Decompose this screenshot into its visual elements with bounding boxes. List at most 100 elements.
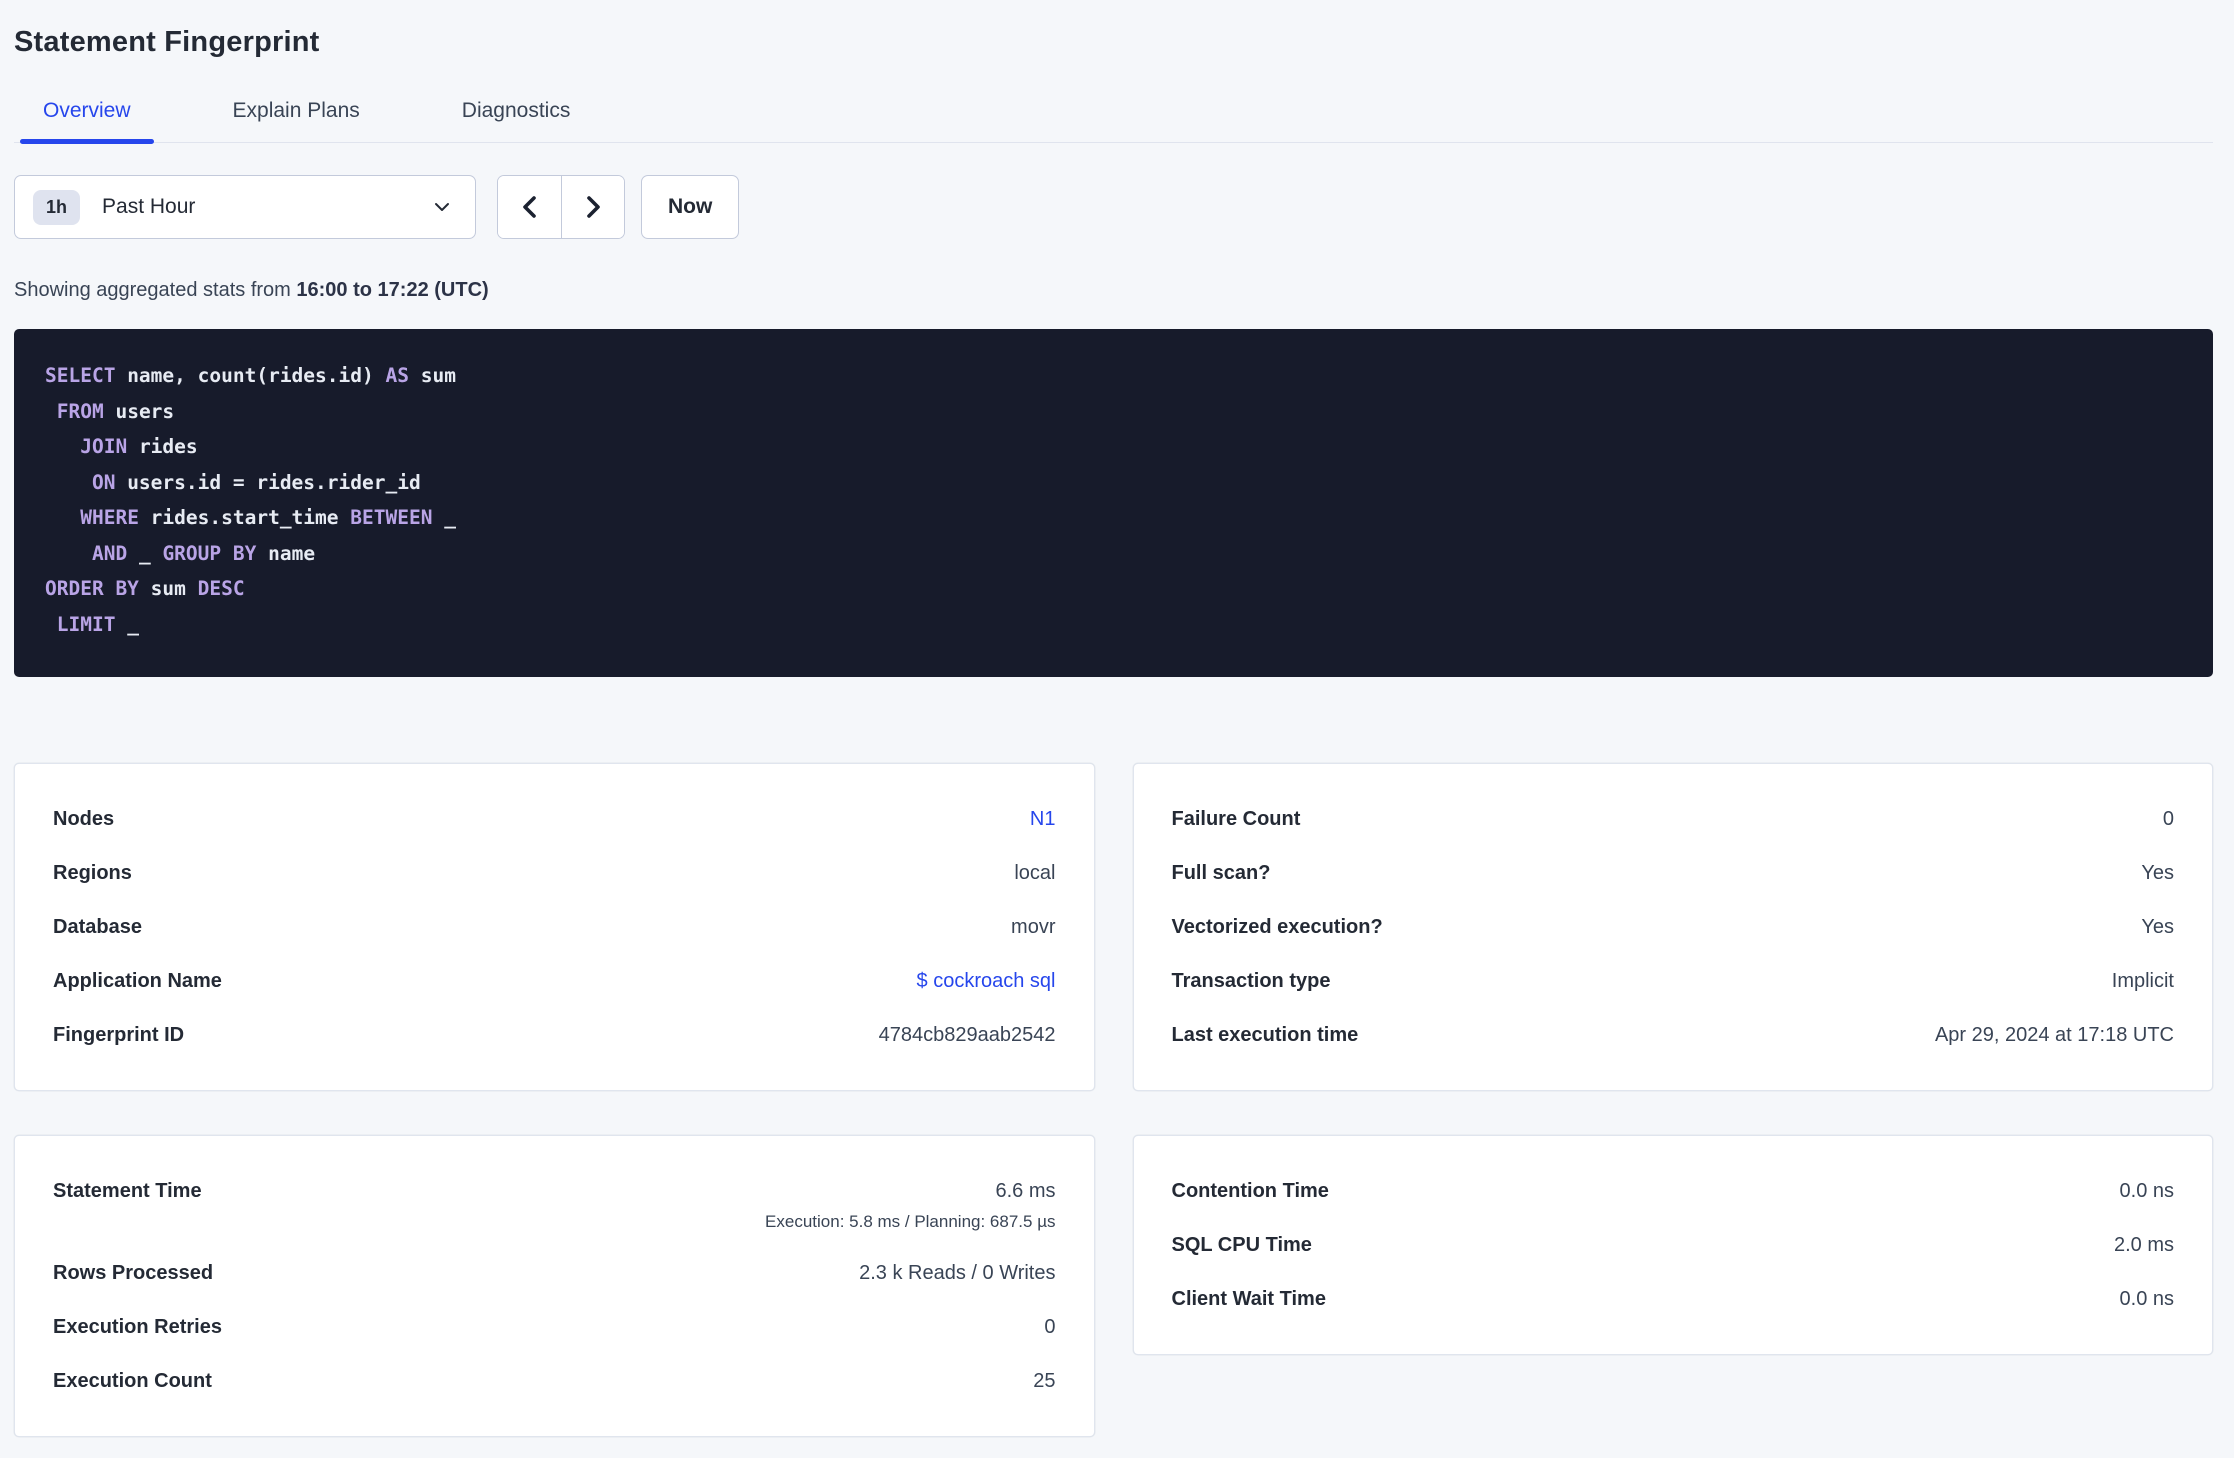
row-value-wrap: 25 — [1033, 1367, 1055, 1395]
row-value: 4784cb829aab2542 — [878, 1024, 1056, 1046]
time-range-label: Past Hour — [102, 195, 196, 218]
row-value-wrap: N1 — [1030, 805, 1056, 833]
row-sub-value: Execution: 5.8 ms / Planning: 687.5 µs — [765, 1212, 1056, 1231]
row-value-wrap: 2.3 k Reads / 0 Writes — [859, 1259, 1055, 1287]
summary-cards-row-1: Nodes N1 Regions local Database movr Applicati… — [14, 763, 2213, 1091]
row-value: 2.3 k Reads / 0 Writes — [859, 1262, 1056, 1284]
time-controls: 1h Past Hour Now — [14, 175, 2213, 239]
row-value-wrap: 0.0 ns — [2120, 1177, 2174, 1205]
row-value-wrap: 0.0 ns — [2120, 1285, 2174, 1313]
sql-keyword: JOIN — [80, 435, 128, 458]
sql-text: name, count(rides.id) — [115, 364, 386, 387]
card-row: Contention Time 0.0 ns — [1172, 1164, 2175, 1218]
sql-text: users.id = rides.rider_id — [115, 470, 421, 494]
row-value: 2.0 ms — [2113, 1234, 2174, 1256]
sql-line: AND _ GROUP BY name — [45, 536, 2183, 572]
time-range-badge: 1h — [33, 189, 81, 225]
row-label: Execution Retries — [53, 1316, 222, 1338]
card-row: Execution Retries 0 — [53, 1300, 1056, 1354]
card-row: Vectorized execution? Yes — [1172, 900, 2175, 954]
row-value-wrap: 6.6 ms Execution: 5.8 ms / Planning: 687.… — [765, 1177, 1055, 1233]
overview-card: Nodes N1 Regions local Database movr Applicati… — [14, 763, 1095, 1091]
sql-keyword: ORDER BY — [45, 577, 139, 600]
row-value: Yes — [2141, 862, 2174, 884]
tab-diagnostics[interactable]: Diagnostics — [439, 99, 594, 142]
time-shift-button-group — [497, 175, 625, 239]
sql-statement-box: SELECT name, count(rides.id) AS sum FROM… — [14, 329, 2213, 677]
sql-keyword: WHERE — [80, 506, 139, 529]
row-label: Transaction type — [1171, 970, 1331, 992]
sql-text: _ — [115, 612, 139, 636]
sql-keyword: ON — [91, 470, 116, 494]
row-value: 25 — [1033, 1370, 1056, 1392]
sql-keyword: BETWEEN — [350, 506, 433, 529]
row-label: Client Wait Time — [1171, 1288, 1326, 1310]
row-label: Database — [53, 916, 142, 938]
row-value-wrap: 0 — [1044, 1313, 1055, 1341]
row-value-wrap: Apr 29, 2024 at 17:18 UTC — [1935, 1021, 2174, 1049]
row-label: Full scan? — [1171, 862, 1271, 884]
next-time-range-button[interactable] — [561, 176, 624, 238]
sql-keyword: LIMIT — [56, 612, 116, 636]
row-value-wrap: 0 — [2163, 805, 2174, 833]
card-row: Execution Count 25 — [53, 1354, 1056, 1408]
sql-text: sum — [138, 577, 198, 600]
row-value-link[interactable]: N1 — [1030, 808, 1056, 830]
sql-line: JOIN rides — [45, 429, 2183, 465]
previous-time-range-button[interactable] — [498, 176, 561, 238]
tab-explain-plans[interactable]: Explain Plans — [210, 99, 383, 142]
chevron-down-icon — [431, 196, 453, 218]
page-title: Statement Fingerprint — [14, 26, 320, 58]
row-label: Rows Processed — [53, 1262, 214, 1284]
sql-keyword: DESC — [197, 577, 245, 600]
row-label: Fingerprint ID — [53, 1024, 185, 1046]
row-value: Implicit — [2111, 970, 2174, 992]
row-value-wrap: local — [1014, 859, 1055, 887]
card-row: Rows Processed 2.3 k Reads / 0 Writes — [53, 1246, 1056, 1300]
row-value-wrap: Yes — [2141, 859, 2174, 887]
row-label: Statement Time — [53, 1180, 202, 1202]
card-row: Full scan? Yes — [1172, 846, 2175, 900]
card-row: Fingerprint ID 4784cb829aab2542 — [53, 1008, 1056, 1062]
row-value-link[interactable]: $ cockroach sql — [917, 970, 1056, 992]
aggregated-stats-range: 16:00 to 17:22 (UTC) — [296, 279, 489, 301]
card-row: Nodes N1 — [53, 792, 1056, 846]
sql-text: _ — [127, 541, 163, 565]
row-value: local — [1014, 862, 1056, 884]
card-row: Application Name $ cockroach sql — [53, 954, 1056, 1008]
sql-keyword: AND — [91, 541, 128, 565]
row-label: Application Name — [53, 970, 222, 992]
sql-text: name — [256, 541, 316, 565]
sql-text: rides — [127, 435, 198, 458]
card-row: Transaction type Implicit — [1172, 954, 2175, 1008]
card-row: Database movr — [53, 900, 1056, 954]
now-button[interactable]: Now — [641, 175, 740, 239]
summary-cards-row-2: Statement Time 6.6 ms Execution: 5.8 ms / … — [14, 1135, 2213, 1437]
row-value: 0 — [1044, 1316, 1056, 1338]
sql-keyword: GROUP BY — [162, 541, 257, 565]
row-value: movr — [1011, 916, 1056, 938]
time-range-dropdown[interactable]: 1h Past Hour — [14, 175, 476, 239]
sql-text: sum — [408, 364, 456, 387]
row-label: Last execution time — [1171, 1024, 1359, 1046]
aggregated-stats-line: Showing aggregated stats from 16:00 to 1… — [14, 279, 2213, 302]
row-value-wrap: 2.0 ms — [2114, 1231, 2174, 1259]
sql-line: FROM users — [45, 394, 2183, 430]
row-value: 0.0 ns — [2119, 1288, 2174, 1310]
row-value-wrap: Implicit — [2112, 967, 2174, 995]
card-row: SQL CPU Time 2.0 ms — [1172, 1218, 2175, 1272]
sql-keyword: FROM — [56, 399, 104, 423]
row-label: Failure Count — [1171, 808, 1301, 830]
row-value: 0 — [2162, 808, 2174, 830]
row-value: 0.0 ns — [2119, 1180, 2174, 1202]
row-value-wrap: Yes — [2141, 913, 2174, 941]
row-value-wrap: $ cockroach sql — [917, 967, 1056, 995]
statement-stats-card: Statement Time 6.6 ms Execution: 5.8 ms / … — [14, 1135, 1095, 1437]
sql-keyword: AS — [385, 364, 409, 387]
tab-overview[interactable]: Overview — [20, 99, 154, 144]
